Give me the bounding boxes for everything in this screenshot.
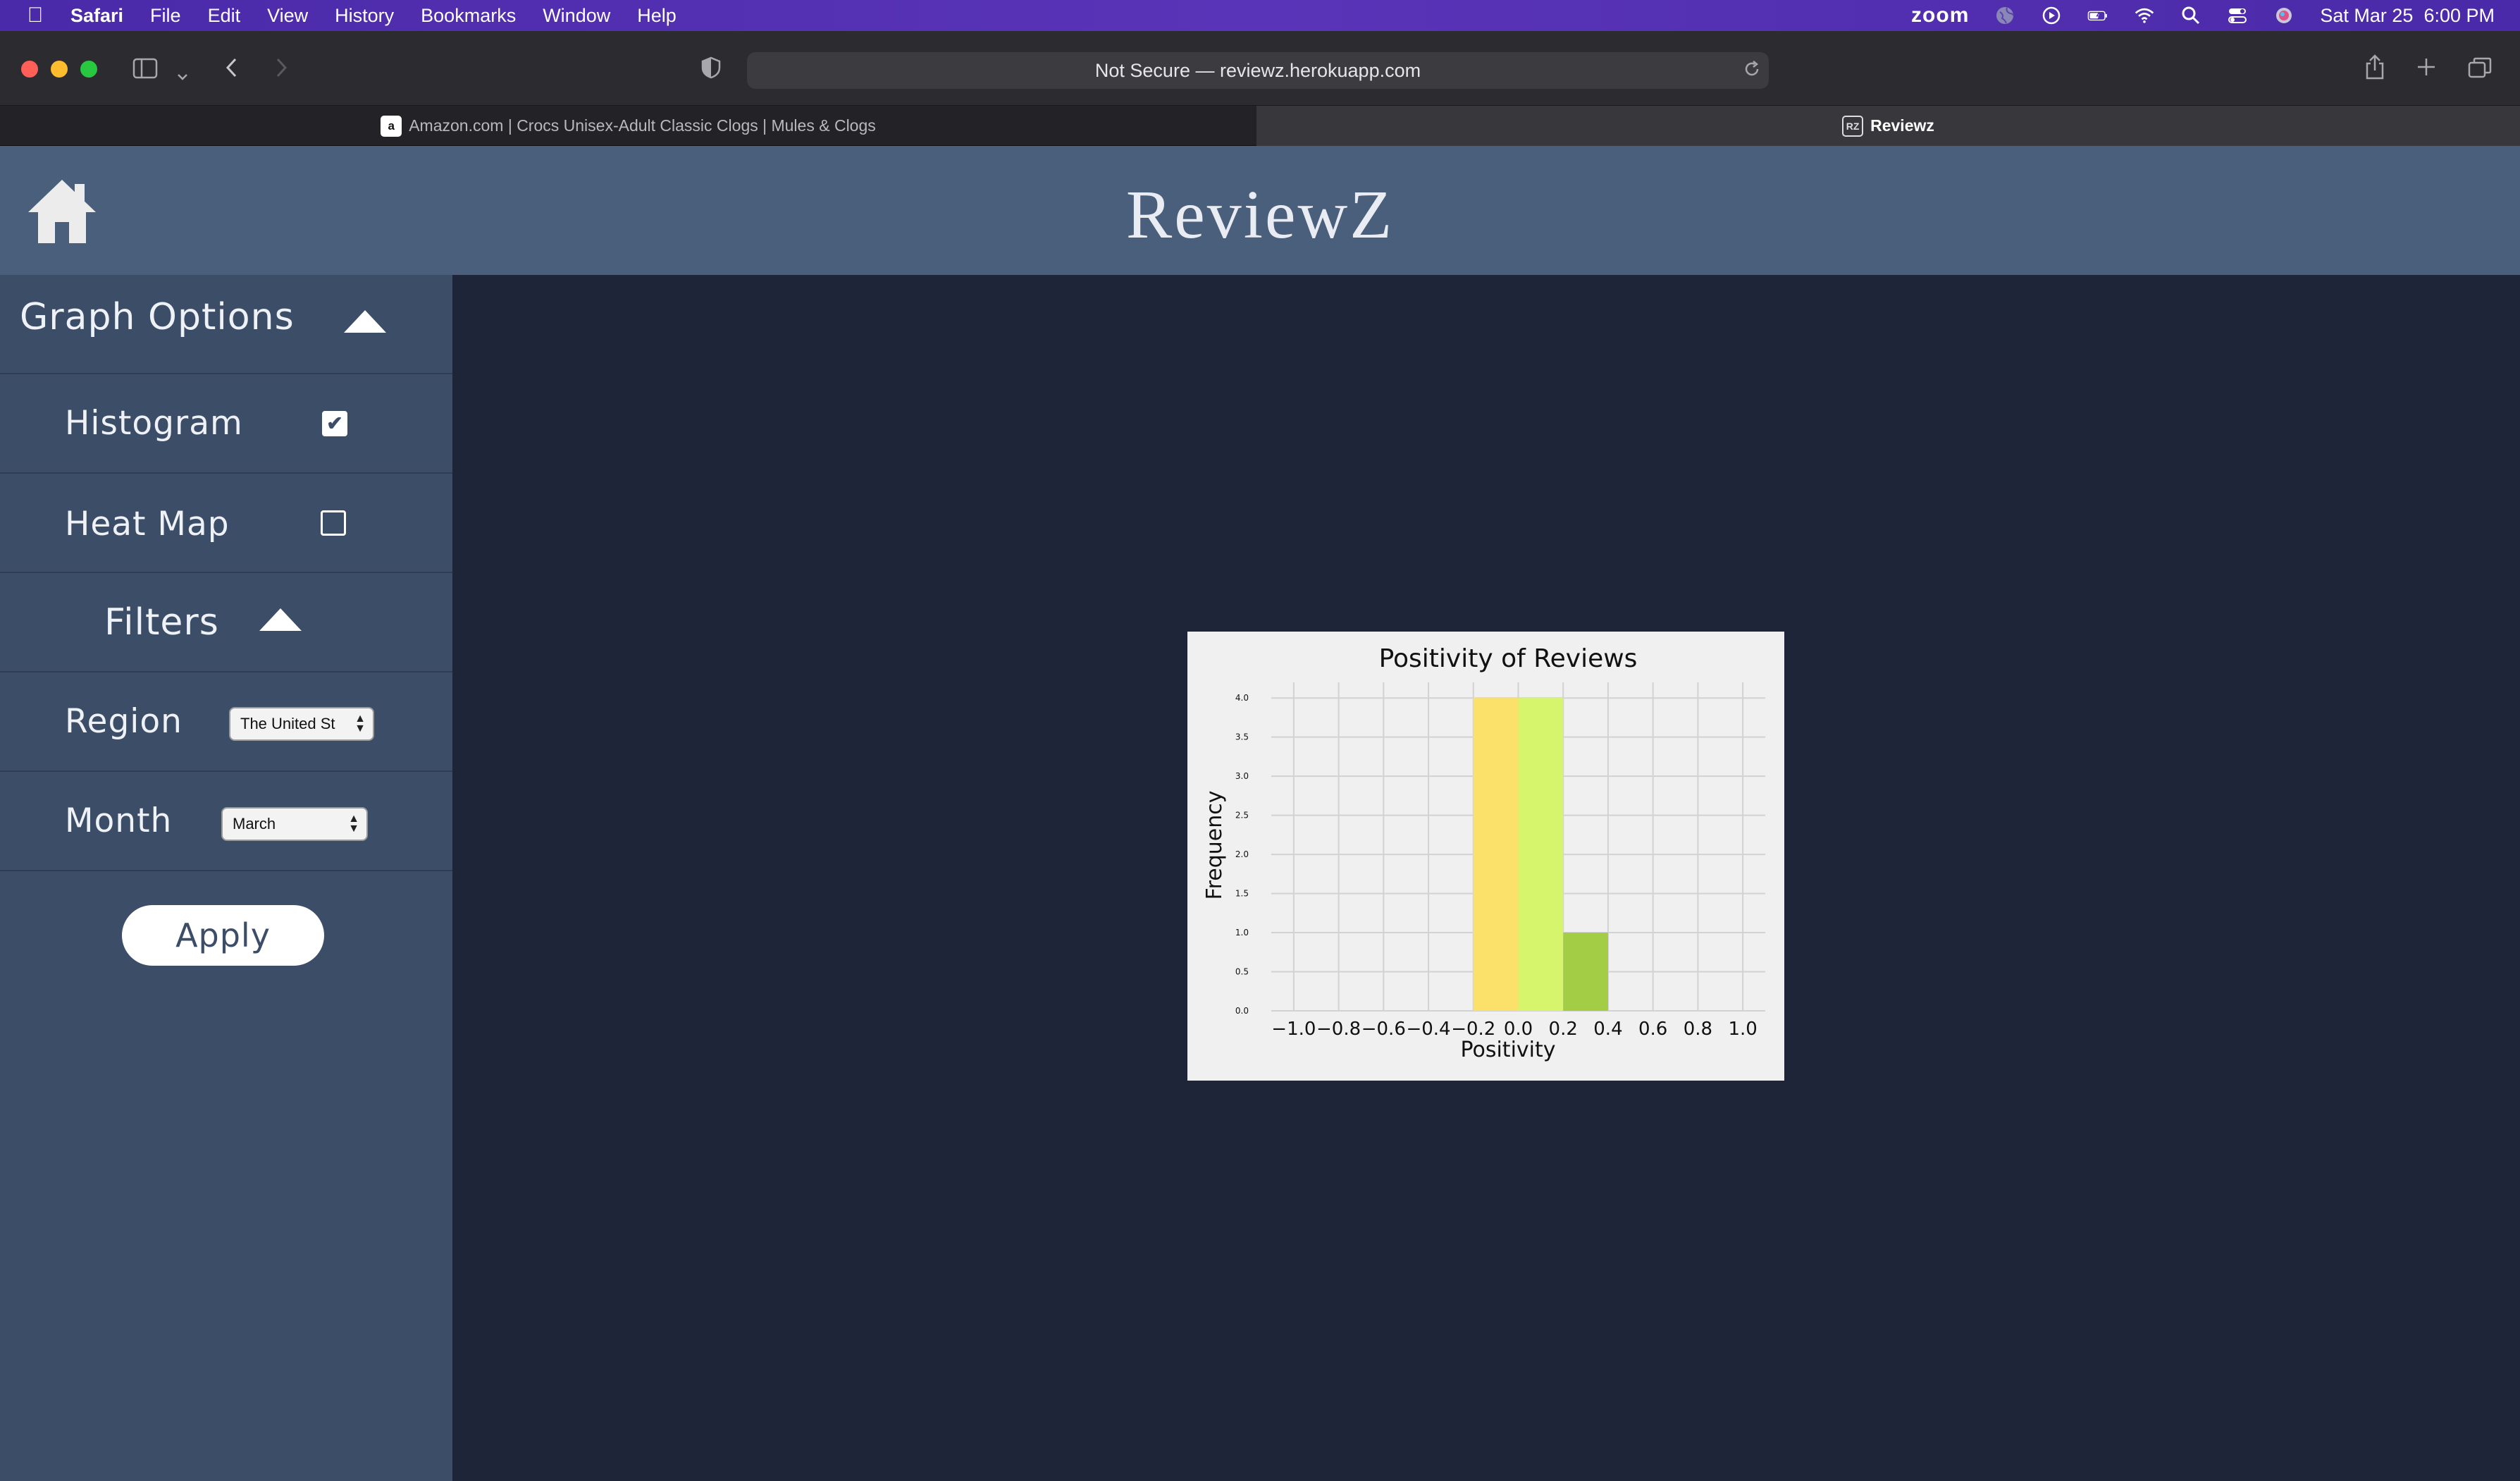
forward-arrow-icon[interactable] xyxy=(273,56,289,83)
y-tick-label: 1.5 xyxy=(1235,889,1249,899)
apply-button[interactable]: Apply xyxy=(122,905,324,966)
menu-help[interactable]: Help xyxy=(637,5,677,27)
tab-reviewz[interactable]: RZ Reviewz xyxy=(1256,106,2520,146)
new-tab-plus-icon[interactable] xyxy=(2416,56,2437,82)
menu-window[interactable]: Window xyxy=(543,5,610,27)
heatmap-label: Heat Map xyxy=(65,505,230,543)
select-arrows-icon: ▲ ▼ xyxy=(348,813,359,835)
menu-history[interactable]: History xyxy=(335,5,394,27)
x-tick-labels: −1.0 −0.8 −0.6 −0.4 −0.2 0.0 0.2 0.4 0.6 0.8 1.0 xyxy=(1271,1019,1758,1040)
graph-options-label: Graph Options xyxy=(20,296,295,338)
menu-file[interactable]: File xyxy=(150,5,181,27)
globe-icon[interactable] xyxy=(1994,5,2015,26)
x-tick-label: 1.0 xyxy=(1728,1019,1757,1040)
window-minimize-button[interactable] xyxy=(51,61,68,78)
x-tick-label: 0.2 xyxy=(1549,1019,1578,1040)
histogram-chart: −1.0 −0.8 −0.6 −0.4 −0.2 0.0 0.2 0.4 0.6 0.8 1.0 0… xyxy=(1187,632,1784,1081)
histogram-option-row[interactable]: Histogram ✔ xyxy=(0,374,452,474)
battery-icon[interactable] xyxy=(2087,5,2108,26)
zoom-status-item[interactable]: zoom xyxy=(1911,4,1969,27)
window-zoom-button[interactable] xyxy=(80,61,97,78)
x-tick-label: 0.6 xyxy=(1638,1019,1667,1040)
tab-overview-icon[interactable] xyxy=(2468,56,2492,83)
x-tick-label: 0.4 xyxy=(1593,1019,1622,1040)
y-tick-label: 2.5 xyxy=(1235,811,1249,821)
filters-label: Filters xyxy=(104,601,219,644)
share-icon[interactable] xyxy=(2364,54,2386,85)
x-axis-label: Positivity xyxy=(1460,1038,1555,1062)
menu-view[interactable]: View xyxy=(267,5,308,27)
y-tick-label: 0.5 xyxy=(1235,967,1249,977)
reviewz-favicon-icon: RZ xyxy=(1842,115,1864,137)
x-tick-label: 0.8 xyxy=(1684,1019,1712,1040)
tab-reviewz-label: Reviewz xyxy=(1870,116,1934,135)
menu-bookmarks[interactable]: Bookmarks xyxy=(421,5,516,27)
home-icon[interactable] xyxy=(25,176,99,246)
x-tick-label: −0.8 xyxy=(1316,1019,1361,1040)
select-arrows-icon: ▲ ▼ xyxy=(354,713,366,735)
y-tick-label: 3.5 xyxy=(1235,732,1249,742)
tab-amazon-label: Amazon.com | Crocs Unisex-Adult Classic … xyxy=(409,116,876,135)
menu-app-name[interactable]: Safari xyxy=(70,5,123,27)
macos-menubar:  Safari File Edit View History Bookmark… xyxy=(0,0,2520,31)
filters-row[interactable]: Filters xyxy=(0,573,452,672)
x-tick-label: −1.0 xyxy=(1271,1019,1316,1040)
amazon-favicon-icon: a xyxy=(381,115,402,137)
menubar-clock[interactable]: Sat Mar 25 6:00 PM xyxy=(2320,5,2495,27)
menu-edit[interactable]: Edit xyxy=(208,5,241,27)
y-axis-label: Frequency xyxy=(1202,791,1227,900)
control-center-icon[interactable] xyxy=(2227,5,2248,26)
histogram-svg: −1.0 −0.8 −0.6 −0.4 −0.2 0.0 0.2 0.4 0.6 0.8 1.0 0… xyxy=(1202,644,1765,1062)
play-circle-icon[interactable] xyxy=(2041,5,2062,26)
x-tick-label: −0.4 xyxy=(1406,1019,1450,1040)
app-title: ReviewZ xyxy=(1125,176,1395,253)
tab-amazon[interactable]: a Amazon.com | Crocs Unisex-Adult Classi… xyxy=(0,106,1256,146)
y-tick-label: 2.0 xyxy=(1235,849,1249,859)
heatmap-checkbox[interactable] xyxy=(321,510,346,536)
filters-collapse-icon[interactable] xyxy=(259,608,302,631)
histogram-bar xyxy=(1563,933,1608,1011)
histogram-bar xyxy=(1518,698,1564,1011)
back-arrow-icon[interactable] xyxy=(224,56,240,83)
month-label: Month xyxy=(65,801,173,840)
apple-menu-icon[interactable]:  xyxy=(21,4,49,27)
sidebar-toggle-icon[interactable] xyxy=(132,58,158,83)
region-label: Region xyxy=(65,702,183,741)
histogram-checkbox[interactable]: ✔ xyxy=(322,411,347,436)
spotlight-search-icon[interactable] xyxy=(2180,5,2201,26)
region-select[interactable]: The United St ▲ ▼ xyxy=(229,707,374,741)
chart-title: Positivity of Reviews xyxy=(1379,644,1638,673)
y-tick-label: 0.0 xyxy=(1235,1006,1249,1016)
chevron-down-icon[interactable] xyxy=(176,62,189,86)
histogram-label: Histogram xyxy=(65,404,243,443)
month-select[interactable]: March ▲ ▼ xyxy=(221,807,368,841)
sidebar: Graph Options Histogram ✔ Heat Map Filte… xyxy=(0,275,452,1481)
privacy-shield-icon[interactable] xyxy=(700,56,722,83)
wifi-icon[interactable] xyxy=(2134,5,2155,26)
window-close-button[interactable] xyxy=(21,61,38,78)
month-filter-row: Month March ▲ ▼ xyxy=(0,772,452,871)
y-tick-label: 4.0 xyxy=(1235,693,1249,703)
reload-icon[interactable] xyxy=(1742,59,1762,83)
heatmap-option-row[interactable]: Heat Map xyxy=(0,474,452,573)
region-filter-row: Region The United St ▲ ▼ xyxy=(0,672,452,772)
histogram-bar xyxy=(1473,698,1519,1011)
address-bar[interactable]: Not Secure — reviewz.herokuapp.com xyxy=(747,52,1769,89)
siri-icon[interactable] xyxy=(2273,5,2294,26)
x-tick-label: 0.0 xyxy=(1504,1019,1533,1040)
x-tick-label: −0.6 xyxy=(1361,1019,1406,1040)
tab-strip: a Amazon.com | Crocs Unisex-Adult Classi… xyxy=(0,106,2520,146)
region-select-value: The United St xyxy=(240,715,335,732)
y-tick-labels: 0.0 0.5 1.0 1.5 2.0 2.5 3.0 3.5 4.0 xyxy=(1235,693,1249,1016)
y-tick-label: 3.0 xyxy=(1235,771,1249,781)
url-text: Not Secure — reviewz.herokuapp.com xyxy=(1094,59,1421,81)
x-tick-label: −0.2 xyxy=(1451,1019,1495,1040)
graph-options-collapse-icon[interactable] xyxy=(344,310,386,333)
month-select-value: March xyxy=(233,815,276,832)
y-tick-label: 1.0 xyxy=(1235,928,1249,938)
graph-options-row[interactable]: Graph Options xyxy=(0,275,452,374)
app-header: ReviewZ xyxy=(0,146,2520,275)
